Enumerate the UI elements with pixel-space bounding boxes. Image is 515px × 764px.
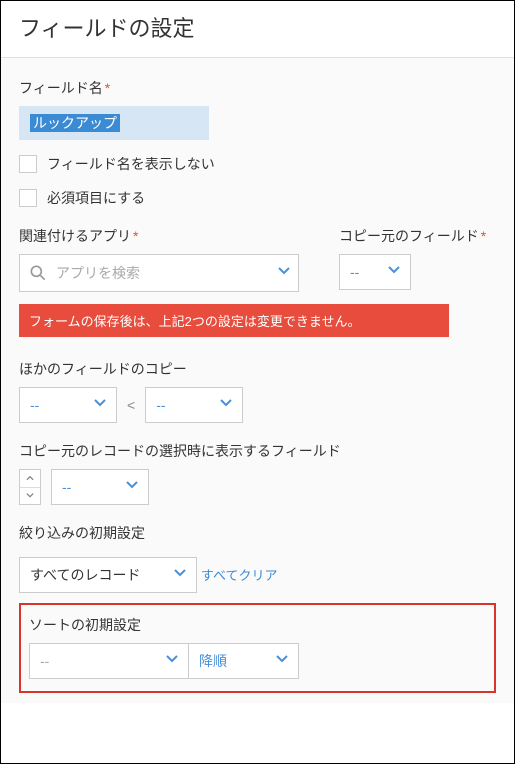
arrow-less-than: <	[127, 397, 135, 413]
related-app-col: 関連付けるアプリ* アプリを検索	[19, 226, 299, 292]
field-name-input[interactable]: ルックアップ	[19, 106, 209, 140]
chevron-down-icon	[388, 266, 400, 278]
required-text: 必須項目にする	[47, 188, 145, 208]
display-fields-group: コピー元のレコードの選択時に表示するフィールド --	[19, 441, 496, 505]
other-copy-right-select[interactable]: --	[145, 387, 243, 423]
chevron-down-icon	[94, 399, 106, 411]
related-app-label: 関連付けるアプリ*	[19, 226, 299, 246]
related-app-select[interactable]: アプリを検索	[19, 254, 299, 292]
display-field-select[interactable]: --	[51, 469, 149, 505]
copy-source-select[interactable]: --	[339, 254, 411, 290]
filter-select[interactable]: すべてのレコード	[19, 557, 197, 593]
stepper-down[interactable]	[20, 488, 40, 505]
copy-source-col: コピー元のフィールド* --	[339, 226, 486, 290]
required-mark: *	[133, 228, 138, 244]
search-icon	[28, 263, 48, 283]
sort-field-select[interactable]: --	[29, 643, 189, 679]
clear-all-link[interactable]: すべてクリア	[201, 565, 278, 584]
required-row: 必須項目にする	[19, 188, 496, 208]
sort-order-select[interactable]: 降順	[189, 643, 299, 679]
hide-label-checkbox[interactable]	[19, 155, 37, 173]
other-copy-label: ほかのフィールドのコピー	[19, 359, 496, 379]
other-copy-left-select[interactable]: --	[19, 387, 117, 423]
field-name-label: フィールド名*	[19, 78, 496, 98]
chevron-down-icon	[276, 655, 288, 667]
chevron-down-icon	[166, 655, 178, 667]
dialog-header: フィールドの設定	[1, 1, 514, 58]
sort-highlight-box: ソートの初期設定 -- 降順	[19, 603, 496, 693]
chevron-down-icon	[220, 399, 232, 411]
filter-group: 絞り込みの初期設定 すべてのレコード すべてクリア	[19, 523, 496, 593]
sort-label: ソートの初期設定	[29, 615, 486, 635]
warning-banner: フォームの保存後は、上記2つの設定は変更できません。	[19, 304, 449, 337]
chevron-down-icon	[126, 481, 138, 493]
hide-label-row: フィールド名を表示しない	[19, 154, 496, 174]
stepper-up[interactable]	[20, 470, 40, 488]
app-source-row: 関連付けるアプリ* アプリを検索 コピー元のフィールド*	[19, 226, 496, 292]
required-mark: *	[481, 228, 486, 244]
related-app-placeholder: アプリを検索	[56, 263, 140, 283]
hide-label-text: フィールド名を表示しない	[47, 154, 215, 174]
field-name-group: フィールド名* ルックアップ フィールド名を表示しない 必須項目にする	[19, 78, 496, 208]
order-stepper[interactable]	[19, 469, 41, 505]
required-mark: *	[105, 80, 110, 96]
copy-source-label: コピー元のフィールド*	[339, 226, 486, 246]
filter-label: 絞り込みの初期設定	[19, 523, 496, 543]
required-checkbox[interactable]	[19, 189, 37, 207]
display-fields-label: コピー元のレコードの選択時に表示するフィールド	[19, 441, 496, 461]
other-copy-group: ほかのフィールドのコピー -- < --	[19, 359, 496, 423]
page-title: フィールドの設定	[19, 11, 496, 43]
dialog-content: フィールド名* ルックアップ フィールド名を表示しない 必須項目にする 関連付け…	[1, 58, 514, 703]
chevron-down-icon	[278, 267, 290, 279]
chevron-down-icon	[174, 569, 186, 581]
